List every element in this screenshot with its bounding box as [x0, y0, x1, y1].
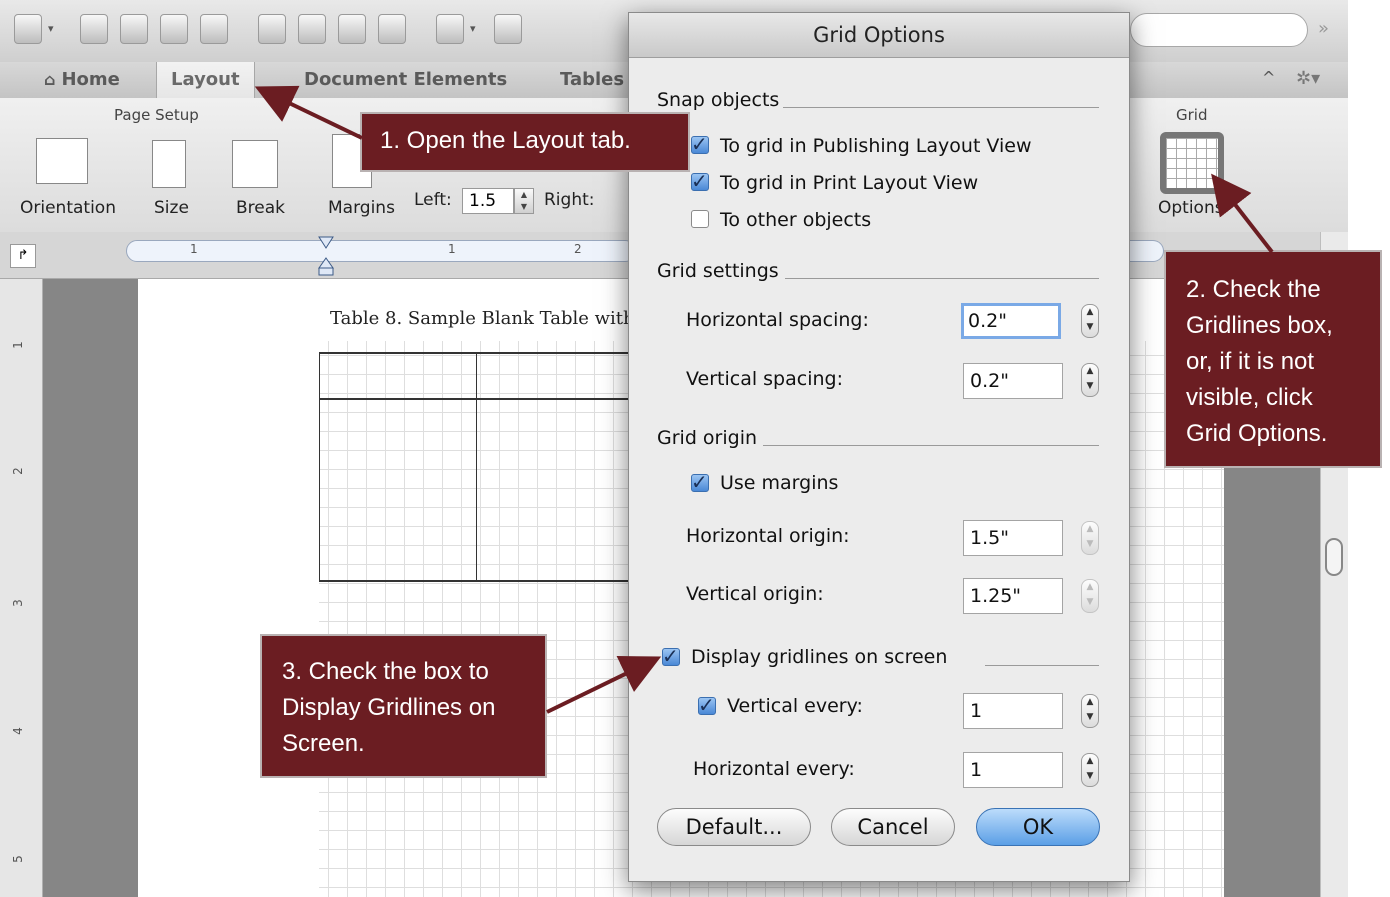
- annotation-arrows: [254, 85, 1274, 714]
- arrow-step-3: [546, 655, 662, 714]
- arrow-step-1: [254, 85, 363, 140]
- arrow-step-2: [1211, 173, 1274, 254]
